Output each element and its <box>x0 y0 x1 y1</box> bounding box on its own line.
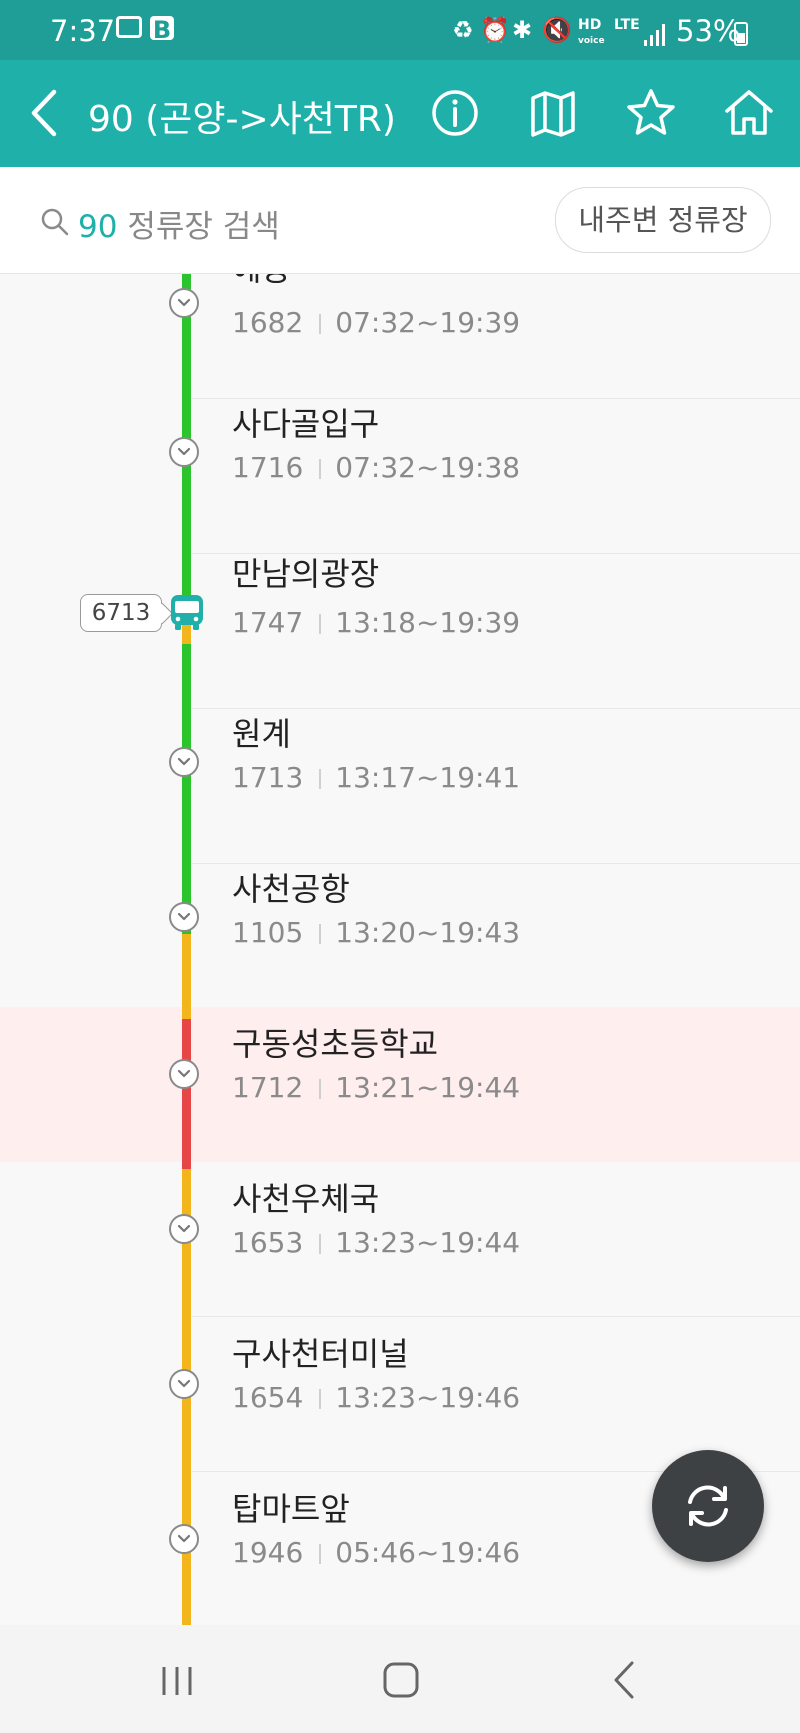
stop-info: 1946 05:46~19:46 <box>232 1536 520 1569</box>
clock: 7:37 <box>50 14 116 48</box>
signal-icon <box>644 24 666 46</box>
stop-info: 1653 13:23~19:44 <box>232 1226 520 1259</box>
stop-id: 1716 <box>232 451 304 484</box>
stop-row-selected[interactable]: 구동성초등학교 1712 13:21~19:44 <box>0 1007 800 1162</box>
search-label: 정류장 검색 <box>127 209 280 245</box>
stop-id: 1654 <box>232 1381 304 1414</box>
expand-chevron-icon[interactable] <box>169 747 199 777</box>
stop-hours: 05:46~19:46 <box>335 1536 521 1569</box>
separator <box>319 314 322 334</box>
info-icon[interactable] <box>428 86 482 140</box>
stop-id: 1713 <box>232 761 304 794</box>
alarm-icon: ⏰ <box>480 16 510 44</box>
app-notification-icon: B <box>150 16 174 44</box>
separator <box>319 1389 322 1409</box>
route-number: 90 <box>78 209 118 245</box>
stop-name: 구동성초등학교 <box>232 1025 439 1063</box>
stop-name: 원계 <box>232 715 291 753</box>
stop-hours: 07:32~19:38 <box>335 451 521 484</box>
gallery-notification-icon <box>116 16 142 38</box>
search-bar: 90 정류장 검색 내주변 정류장 <box>0 167 800 274</box>
star-icon[interactable] <box>624 86 678 140</box>
recent-apps-icon[interactable] <box>152 1655 202 1705</box>
stop-hours: 13:21~19:44 <box>335 1071 521 1104</box>
battery-level: 53% <box>676 14 741 48</box>
separator <box>319 1234 322 1254</box>
route-line-segment <box>182 1019 191 1162</box>
route-stop-list: 예동 1682 07:32~19:39 사다골입구 1716 07:32~19:38… <box>0 274 800 1625</box>
back-nav-icon[interactable] <box>600 1655 650 1705</box>
bus-plate-tag: 6713 <box>80 594 162 632</box>
stop-id: 1653 <box>232 1226 304 1259</box>
stop-id: 1712 <box>232 1071 304 1104</box>
refresh-button[interactable] <box>652 1450 764 1562</box>
stop-name: 구사천터미널 <box>232 1335 409 1373</box>
search-icon[interactable] <box>40 207 70 237</box>
stop-name: 사천공항 <box>232 870 350 908</box>
expand-chevron-icon[interactable] <box>169 1059 199 1089</box>
refresh-icon <box>688 1485 728 1527</box>
back-arrow-icon[interactable] <box>26 86 66 140</box>
separator <box>319 924 322 944</box>
stop-name: 사천우체국 <box>232 1180 380 1218</box>
app-bar: 90 (곤양->사천TR) <box>0 60 800 167</box>
hd-voice-icon: HD voice <box>578 17 605 46</box>
bus-icon <box>171 595 203 630</box>
mute-icon: 🔇 <box>542 16 572 44</box>
status-bar: 7:37 B ♻ ⏰ ✱ 🔇 HD voice LTE 53% <box>0 0 800 60</box>
stop-name: 만남의광장 <box>232 555 380 593</box>
expand-chevron-icon[interactable] <box>169 288 199 318</box>
stop-row[interactable]: 원계 1713 13:17~19:41 <box>0 709 800 864</box>
expand-chevron-icon[interactable] <box>169 1214 199 1244</box>
stop-name: 탑마트앞 <box>232 1490 350 1528</box>
separator <box>319 459 322 479</box>
stop-info: 1105 13:20~19:43 <box>232 916 520 949</box>
stop-row[interactable]: 예동 1682 07:32~19:39 <box>0 274 800 399</box>
route-title: 90 (곤양->사천TR) <box>88 99 396 140</box>
route-line-segment <box>182 1007 191 1019</box>
separator <box>319 614 322 634</box>
stop-info: 1716 07:32~19:38 <box>232 451 520 484</box>
stop-name: 사다골입구 <box>232 405 380 443</box>
stop-info: 1654 13:23~19:46 <box>232 1381 520 1414</box>
separator <box>319 1079 322 1099</box>
stop-hours: 13:23~19:44 <box>335 1226 521 1259</box>
stop-row[interactable]: 사천우체국 1653 13:23~19:44 <box>0 1162 800 1317</box>
nearby-stops-button[interactable]: 내주변 정류장 <box>555 187 771 253</box>
stop-id: 1105 <box>232 916 304 949</box>
home-icon[interactable] <box>722 86 776 140</box>
stop-row[interactable]: 사천공항 1105 13:20~19:43 <box>0 864 800 1019</box>
expand-chevron-icon[interactable] <box>169 1524 199 1554</box>
stop-hours: 13:20~19:43 <box>335 916 521 949</box>
stop-info: 1712 13:21~19:44 <box>232 1071 520 1104</box>
battery-icon <box>734 22 748 46</box>
stop-id: 1682 <box>232 306 304 339</box>
separator <box>319 1544 322 1564</box>
stop-row[interactable]: 사다골입구 1716 07:32~19:38 <box>0 399 800 554</box>
stop-hours: 13:23~19:46 <box>335 1381 521 1414</box>
map-icon[interactable] <box>526 86 580 140</box>
stop-hours: 13:17~19:41 <box>335 761 521 794</box>
stop-hours: 07:32~19:39 <box>335 306 521 339</box>
battery-saver-icon: ♻ <box>452 16 474 44</box>
separator <box>319 769 322 789</box>
stop-id: 1946 <box>232 1536 304 1569</box>
stop-id: 1747 <box>232 606 304 639</box>
stop-info: 1682 07:32~19:39 <box>232 306 520 339</box>
stop-name: 예동 <box>232 274 291 290</box>
expand-chevron-icon[interactable] <box>169 902 199 932</box>
network-type: LTE <box>614 17 640 33</box>
expand-chevron-icon[interactable] <box>169 1369 199 1399</box>
stop-row[interactable]: 6713 만남의광장 1747 13:18~19:39 <box>0 554 800 709</box>
home-nav-icon[interactable] <box>376 1655 426 1705</box>
bluetooth-icon: ✱ <box>512 16 533 44</box>
stop-row[interactable]: 구사천터미널 1654 13:23~19:46 <box>0 1317 800 1472</box>
stop-info: 1747 13:18~19:39 <box>232 606 520 639</box>
stop-hours: 13:18~19:39 <box>335 606 521 639</box>
expand-chevron-icon[interactable] <box>169 437 199 467</box>
system-navigation-bar <box>0 1625 800 1733</box>
stop-search-input[interactable]: 90 정류장 검색 <box>78 201 280 246</box>
stop-info: 1713 13:17~19:41 <box>232 761 520 794</box>
